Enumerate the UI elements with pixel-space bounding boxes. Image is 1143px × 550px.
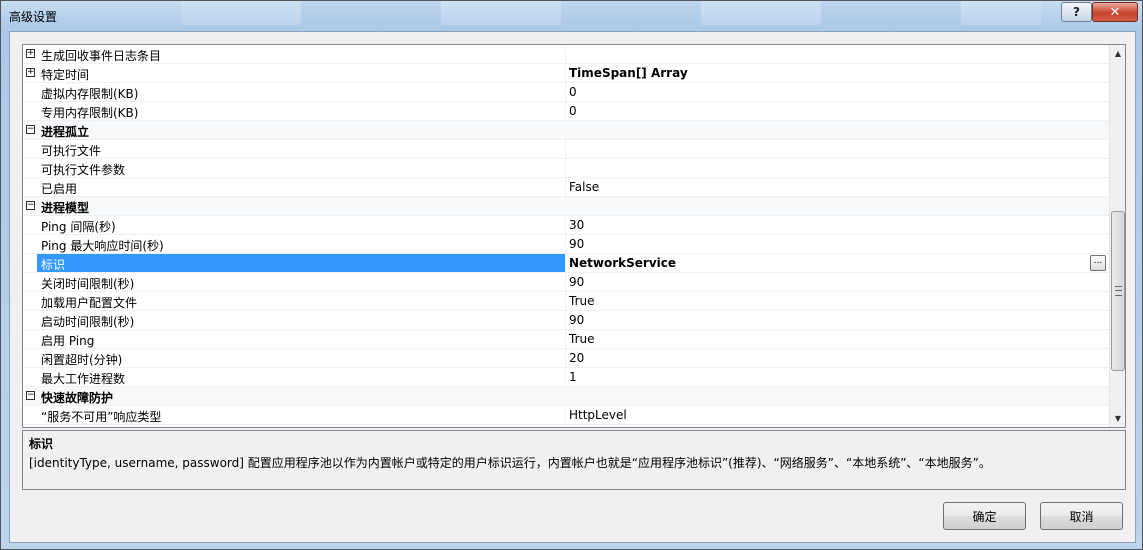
property-row[interactable]: 可执行文件 — [23, 140, 1109, 159]
property-row[interactable]: + 特定时间 TimeSpan[] Array — [23, 64, 1109, 83]
property-name: 专用内存限制(KB) — [41, 106, 139, 120]
window-title: 高级设置 — [9, 10, 58, 24]
scroll-down-arrow-icon[interactable]: ▼ — [1110, 410, 1125, 427]
column-divider — [565, 235, 566, 254]
expand-icon[interactable]: + — [26, 49, 35, 58]
property-row[interactable]: Ping 最大响应时间(秒) 90 — [23, 235, 1109, 254]
property-value[interactable]: 30 — [569, 218, 584, 232]
property-value[interactable]: True — [569, 294, 595, 308]
description-panel: 标识 [identityType, username, password] 配置… — [22, 430, 1126, 490]
property-name: 已启用 — [41, 182, 78, 196]
property-value[interactable]: NetworkService — [569, 256, 676, 270]
property-name: 生成回收事件日志条目 — [41, 49, 162, 63]
property-value[interactable]: 0 — [569, 104, 577, 118]
column-divider — [565, 159, 566, 178]
vertical-scrollbar[interactable]: ▲ ▼ — [1109, 45, 1125, 427]
property-name: 可执行文件参数 — [41, 163, 126, 177]
expand-icon[interactable]: + — [26, 68, 35, 77]
close-button[interactable]: ✕ — [1092, 2, 1138, 22]
property-name: 可执行文件 — [41, 144, 102, 158]
property-row[interactable]: 可执行文件参数 — [23, 159, 1109, 178]
column-divider — [565, 178, 566, 197]
property-value[interactable]: HttpLevel — [569, 408, 627, 422]
collapse-icon[interactable]: − — [26, 125, 35, 134]
column-divider — [565, 368, 566, 387]
property-category-row[interactable]: − 进程模型 — [23, 197, 1109, 216]
property-row[interactable]: 启用 Ping True — [23, 330, 1109, 349]
property-name: Ping 最大响应时间(秒) — [41, 239, 164, 253]
property-name: 快速故障防护 — [41, 391, 114, 405]
property-name: 闲置超时(分钟) — [41, 353, 123, 367]
property-row[interactable]: 启动时间限制(秒) 90 — [23, 311, 1109, 330]
description-title: 标识 — [29, 437, 54, 451]
property-name: 启用 Ping — [41, 334, 95, 348]
advanced-settings-dialog: 高级设置 ? ✕ + 生成回收事件日志条目 + 特定时间 TimeSpan[] Arra… — [0, 0, 1143, 550]
column-divider — [565, 349, 566, 368]
property-name: 关闭时间限制(秒) — [41, 277, 135, 291]
property-name: 标识 — [41, 258, 66, 272]
property-row[interactable]: 最大工作进程数 1 — [23, 368, 1109, 387]
property-value[interactable]: True — [569, 332, 595, 346]
scrollbar-thumb[interactable] — [1111, 211, 1125, 371]
property-name: 特定时间 — [41, 68, 90, 82]
property-name: 进程孤立 — [41, 125, 90, 139]
property-value[interactable]: 20 — [569, 351, 584, 365]
property-row[interactable]: 关闭时间限制(秒) 90 — [23, 273, 1109, 292]
selected-name-highlight — [37, 254, 565, 272]
column-divider — [565, 406, 566, 425]
property-row[interactable]: 标识 NetworkService... — [23, 254, 1109, 273]
property-row[interactable]: Ping 间隔(秒) 30 — [23, 216, 1109, 235]
column-divider — [565, 273, 566, 292]
description-text: [identityType, username, password] 配置应用程… — [29, 456, 991, 470]
property-row[interactable]: 闲置超时(分钟) 20 — [23, 349, 1109, 368]
ellipsis-button[interactable]: ... — [1090, 255, 1106, 271]
ok-button[interactable]: 确定 — [943, 502, 1026, 530]
column-divider — [565, 140, 566, 159]
column-divider — [565, 292, 566, 311]
cancel-button[interactable]: 取消 — [1040, 502, 1123, 530]
property-value[interactable]: 0 — [569, 85, 577, 99]
scroll-grip-icon — [1115, 286, 1122, 296]
property-name: 加载用户配置文件 — [41, 296, 138, 310]
column-divider — [565, 254, 566, 273]
column-divider — [565, 64, 566, 83]
property-name: 启动时间限制(秒) — [41, 315, 135, 329]
column-divider — [565, 45, 566, 64]
property-value[interactable]: False — [569, 180, 599, 194]
property-value[interactable]: 90 — [569, 275, 584, 289]
property-name: Ping 间隔(秒) — [41, 220, 116, 234]
property-grid[interactable]: + 生成回收事件日志条目 + 特定时间 TimeSpan[] Array 虚拟内存限制(K… — [22, 44, 1126, 428]
collapse-icon[interactable]: − — [26, 201, 35, 210]
column-divider — [565, 330, 566, 349]
column-divider — [565, 216, 566, 235]
property-row[interactable]: 加载用户配置文件 True — [23, 292, 1109, 311]
property-category-row[interactable]: − 进程孤立 — [23, 121, 1109, 140]
column-divider — [565, 83, 566, 102]
help-button[interactable]: ? — [1061, 2, 1092, 22]
scroll-up-arrow-icon[interactable]: ▲ — [1110, 45, 1125, 62]
collapse-icon[interactable]: − — [26, 391, 35, 400]
property-row[interactable]: 已启用 False — [23, 178, 1109, 197]
property-row[interactable]: “服务不可用”响应类型 HttpLevel — [23, 406, 1109, 425]
property-category-row[interactable]: − 快速故障防护 — [23, 387, 1109, 406]
property-name: “服务不可用”响应类型 — [41, 410, 162, 424]
dialog-client-area: + 生成回收事件日志条目 + 特定时间 TimeSpan[] Array 虚拟内存限制(K… — [9, 31, 1136, 543]
property-row[interactable]: 专用内存限制(KB) 0 — [23, 102, 1109, 121]
property-value[interactable]: 90 — [569, 313, 584, 327]
property-row[interactable]: + 生成回收事件日志条目 — [23, 45, 1109, 64]
column-divider — [565, 311, 566, 330]
property-value[interactable]: 90 — [569, 237, 584, 251]
property-row[interactable]: 虚拟内存限制(KB) 0 — [23, 83, 1109, 102]
column-divider — [565, 102, 566, 121]
property-value[interactable]: 1 — [569, 370, 577, 384]
title-bar[interactable]: 高级设置 ? ✕ — [1, 1, 1142, 31]
property-value[interactable]: TimeSpan[] Array — [569, 66, 688, 80]
background-window-blur — [181, 1, 1041, 25]
property-name: 最大工作进程数 — [41, 372, 126, 386]
property-name: 进程模型 — [41, 201, 90, 215]
property-name: 虚拟内存限制(KB) — [41, 87, 139, 101]
